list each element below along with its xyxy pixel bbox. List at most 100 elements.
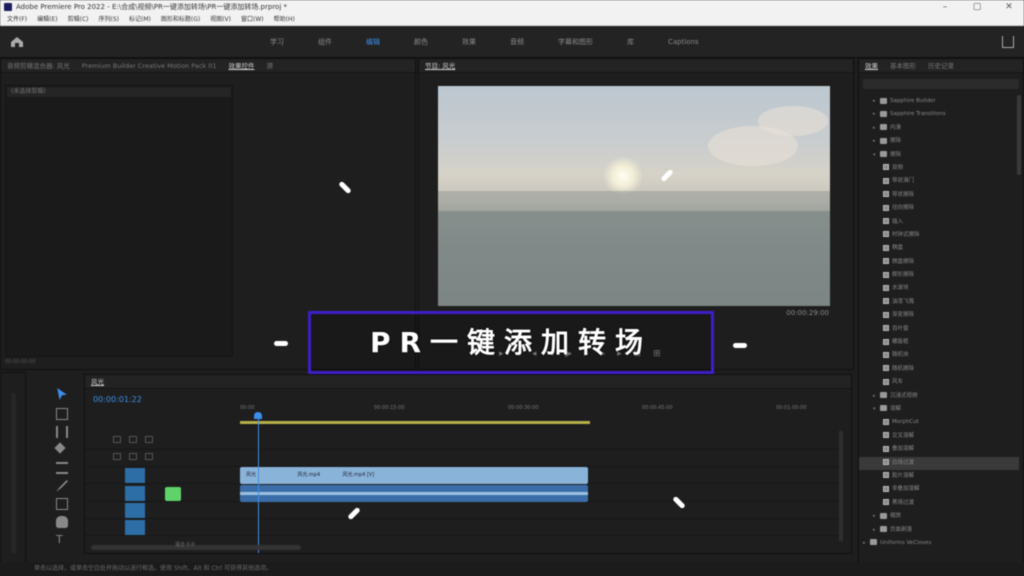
workspace-tab-3[interactable]: 颜色	[414, 26, 428, 58]
effects-item[interactable]: 白场过渡	[859, 456, 1019, 470]
track-target-v1[interactable]	[125, 468, 145, 483]
type-tool-icon[interactable]: T	[56, 534, 68, 546]
rectangle-icon[interactable]	[56, 498, 68, 510]
chevron-right-icon[interactable]: ▸	[873, 390, 880, 403]
work-area-bar[interactable]	[240, 421, 590, 424]
effects-folder[interactable]: ▸ 内滑	[859, 122, 1019, 135]
workspace-tab-4[interactable]: 效果	[462, 26, 476, 58]
effects-search-input[interactable]	[863, 79, 1019, 89]
effects-item[interactable]: 带状擦除	[859, 189, 1019, 202]
chevron-right-icon[interactable]: ▸	[873, 122, 880, 135]
close-icon[interactable]: ✕	[994, 0, 1024, 14]
workspace-tab-1[interactable]: 组件	[318, 26, 332, 58]
effects-item[interactable]: 水波块	[859, 282, 1019, 295]
effects-item[interactable]: 百叶窗	[859, 323, 1019, 336]
source-tab-3[interactable]: 源	[267, 62, 274, 70]
time-ruler[interactable]: 00:00 00:00:15:00 00:00:30:00 00:00:45:00 00…	[240, 403, 840, 423]
clip-dropdown[interactable]: (未选择剪辑)	[7, 87, 231, 97]
pen-icon[interactable]	[56, 480, 68, 492]
effects-item[interactable]: 双侧	[859, 162, 1019, 175]
tab-program[interactable]: 节目: 风光	[425, 62, 455, 70]
effects-folder[interactable]: ▸ Sapphire Transitions	[859, 108, 1019, 121]
menu-item-0[interactable]: 文件(F)	[7, 14, 27, 26]
effects-folder[interactable]: ▸ Sapphire Builder	[859, 95, 1019, 108]
source-tab-0[interactable]: 音频剪辑混合器: 风光	[7, 62, 70, 70]
workspace-tab-2[interactable]: 编辑	[366, 26, 380, 58]
effects-tab-1[interactable]: 基本图形	[890, 62, 916, 70]
menu-item-8[interactable]: 帮助(H)	[274, 14, 295, 26]
effects-tab-0[interactable]: 效果	[865, 62, 878, 70]
effects-item[interactable]: 叠加溶解	[859, 443, 1019, 456]
effects-item[interactable]: 油漆飞溅	[859, 296, 1019, 309]
effects-item[interactable]: 带状滑门	[859, 175, 1019, 188]
chevron-right-icon[interactable]: ▸	[873, 524, 880, 537]
tab-sequence[interactable]: 风光	[91, 378, 104, 386]
workspace-tab-5[interactable]: 音频	[510, 26, 524, 58]
menu-item-1[interactable]: 编辑(E)	[37, 14, 57, 26]
minimize-icon[interactable]: –	[930, 0, 960, 14]
effects-item[interactable]: 插入	[859, 216, 1019, 229]
source-tab-1[interactable]: Premium Builder Creative Motion Pack 01	[82, 62, 217, 70]
timeline-vertical-scrollbar[interactable]	[839, 431, 843, 541]
track-select-icon[interactable]	[56, 408, 68, 420]
effects-item[interactable]: 棋盘	[859, 242, 1019, 255]
selection-tool-icon[interactable]	[57, 388, 67, 400]
effects-item[interactable]: 非叠加溶解	[859, 483, 1019, 496]
chevron-right-icon[interactable]: ▸	[873, 95, 880, 108]
slip-icon[interactable]	[56, 462, 68, 474]
source-tab-2[interactable]: 效果控件	[229, 62, 255, 70]
solo-button[interactable]	[165, 487, 181, 501]
effects-folder[interactable]: ▸ 擦除	[859, 135, 1019, 148]
chevron-right-icon[interactable]: ▸	[863, 537, 870, 550]
track-target-a2[interactable]	[125, 503, 145, 518]
effects-item[interactable]: 风车	[859, 376, 1019, 389]
chevron-right-icon[interactable]: ▸	[873, 135, 880, 148]
effects-item[interactable]: 随机块	[859, 349, 1019, 362]
effects-scrollbar[interactable]	[1017, 95, 1021, 175]
video-clip[interactable]: 风光 风光.mp4 风光.mp4 [V]	[240, 467, 588, 484]
effects-item[interactable]: MorphCut	[859, 416, 1019, 429]
effects-item[interactable]: 随机擦除	[859, 363, 1019, 376]
workspace-tab-0[interactable]: 学习	[270, 26, 284, 58]
home-icon[interactable]	[10, 36, 24, 48]
workspace-tab-6[interactable]: 字幕和图形	[558, 26, 593, 58]
chevron-right-icon[interactable]: ▸	[873, 108, 880, 121]
effects-tab-2[interactable]: 历史记录	[928, 62, 954, 70]
effects-item[interactable]: 径向擦除	[859, 202, 1019, 215]
effects-folder[interactable]: ▸ 沉浸式视频	[859, 390, 1019, 403]
effects-folder[interactable]: ▸ 页面剥落	[859, 524, 1019, 537]
effects-item[interactable]: 楔形擦除	[859, 269, 1019, 282]
ripple-edit-icon[interactable]	[56, 426, 68, 438]
chevron-down-icon[interactable]: ▾	[873, 403, 880, 416]
effects-item[interactable]: 螺旋框	[859, 336, 1019, 349]
timeline-scrollbar[interactable]	[91, 545, 301, 550]
menu-item-6[interactable]: 视图(V)	[210, 14, 231, 26]
effects-folder[interactable]: ▸ Uniforms VeCloves	[859, 537, 1019, 550]
effects-item[interactable]: 黑场过渡	[859, 497, 1019, 510]
effects-item[interactable]: 棋盘擦除	[859, 256, 1019, 269]
track-target-a3[interactable]	[125, 520, 145, 535]
effects-item[interactable]: 交叉溶解	[859, 430, 1019, 443]
menu-item-4[interactable]: 标记(M)	[129, 14, 151, 26]
workspace-tab-8[interactable]: Captions	[668, 26, 699, 58]
hand-icon[interactable]	[56, 516, 68, 528]
chevron-down-icon[interactable]: ▾	[873, 149, 880, 162]
effects-folder[interactable]: ▾ 擦除	[859, 149, 1019, 162]
menu-item-5[interactable]: 图形和标题(G)	[161, 14, 200, 26]
maximize-icon[interactable]: ▢	[962, 0, 992, 14]
menu-item-7[interactable]: 窗口(W)	[241, 14, 264, 26]
chevron-right-icon[interactable]: ▸	[873, 510, 880, 523]
effects-item[interactable]: 胶片溶解	[859, 470, 1019, 483]
audio-clip[interactable]	[240, 485, 588, 502]
timeline-timecode[interactable]: 00:00:01:22	[93, 395, 142, 404]
workspace-tab-7[interactable]: 库	[627, 26, 634, 58]
menu-item-2[interactable]: 剪辑(C)	[68, 14, 89, 26]
razor-icon[interactable]	[54, 442, 66, 454]
track-target-a1[interactable]	[125, 486, 145, 501]
menu-item-3[interactable]: 序列(S)	[99, 14, 120, 26]
effects-folder[interactable]: ▾ 溶解	[859, 403, 1019, 416]
effects-folder[interactable]: ▸ 缩放	[859, 510, 1019, 523]
playhead[interactable]	[258, 413, 259, 553]
share-icon[interactable]	[1002, 36, 1014, 48]
effects-item[interactable]: 时钟式擦除	[859, 229, 1019, 242]
